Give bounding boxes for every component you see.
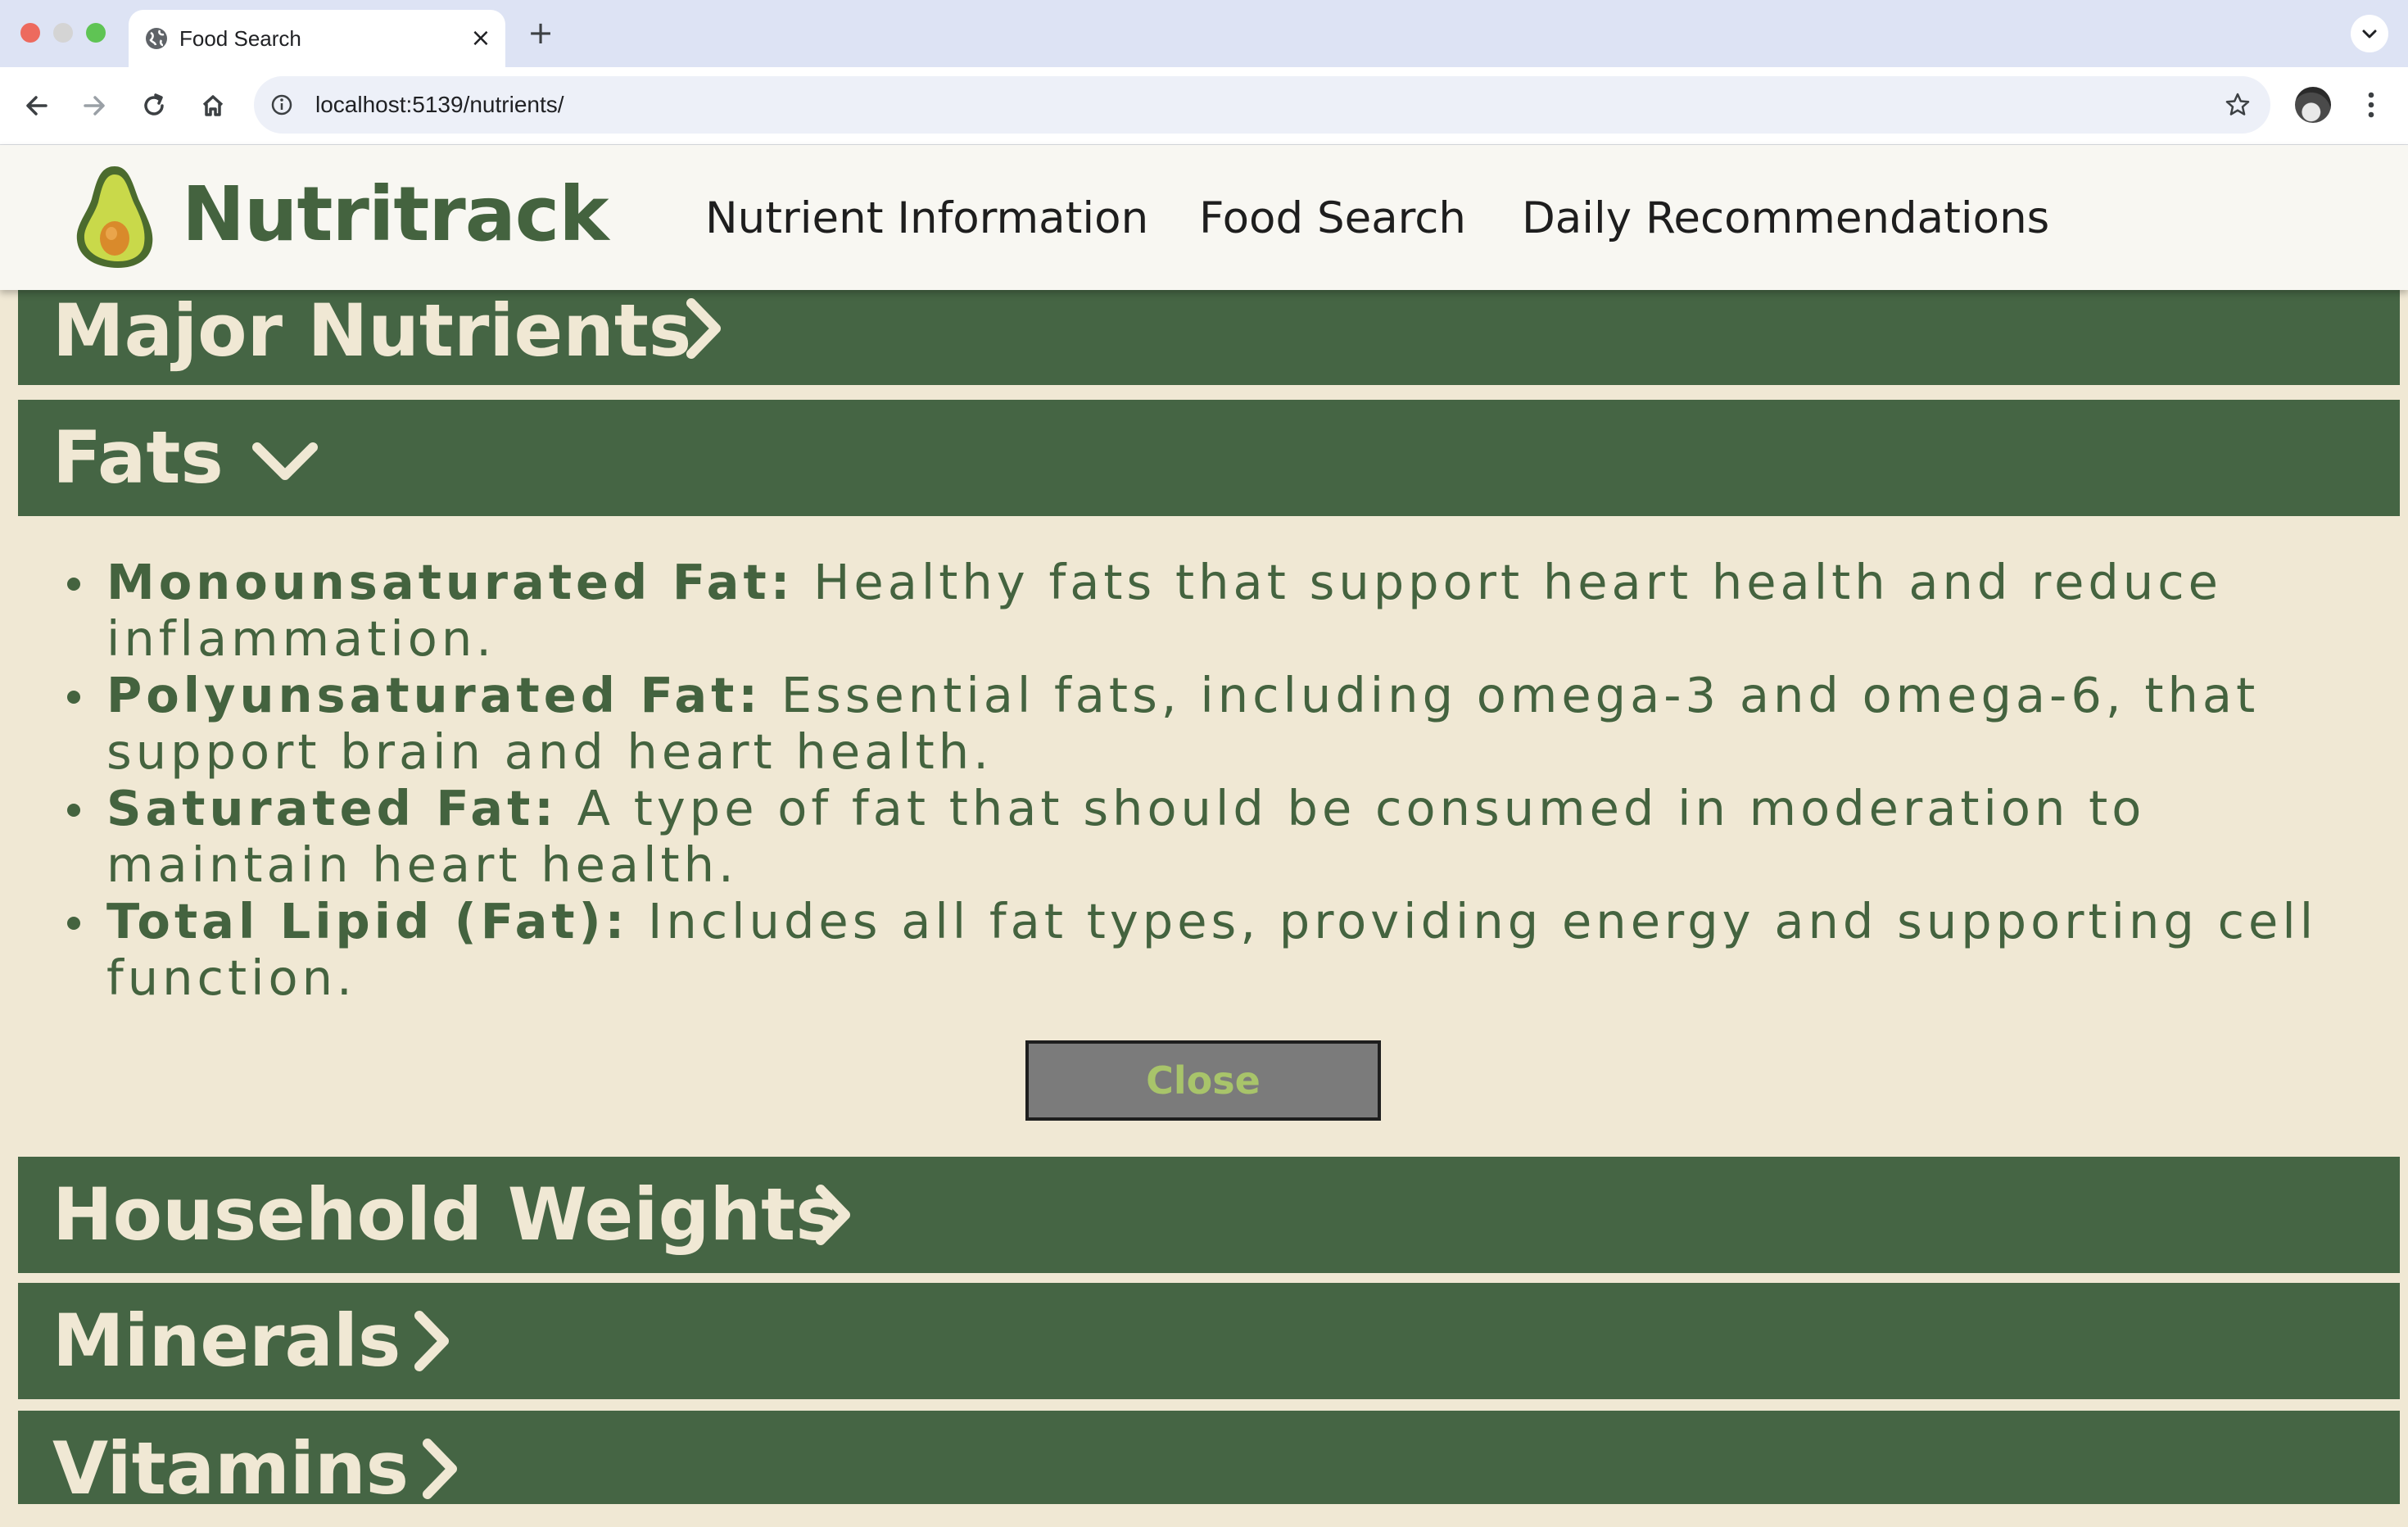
fat-name: Saturated Fat: bbox=[106, 780, 558, 836]
close-button[interactable]: Close bbox=[1025, 1040, 1381, 1121]
section-title: Major Nutrients bbox=[52, 288, 692, 373]
chevron-right-icon bbox=[816, 1185, 850, 1245]
browser-tab[interactable]: Food Search × bbox=[129, 10, 505, 67]
bullet bbox=[67, 691, 80, 704]
fat-name: Total Lipid (Fat): bbox=[106, 893, 629, 949]
nav-food-search[interactable]: Food Search bbox=[1199, 186, 1466, 251]
info-icon[interactable] bbox=[269, 92, 295, 118]
forward-icon[interactable] bbox=[74, 85, 115, 126]
browser-tab-bar: Food Search × + bbox=[0, 0, 2408, 67]
tab-search-button[interactable] bbox=[2351, 15, 2388, 52]
bullet bbox=[67, 578, 80, 591]
window-minimize-button[interactable] bbox=[53, 23, 73, 43]
section-minerals[interactable]: Minerals bbox=[18, 1283, 2400, 1399]
profile-avatar[interactable] bbox=[2295, 87, 2331, 123]
list-item: Monounsaturated Fat: Healthy fats that s… bbox=[66, 554, 2342, 667]
browser-toolbar: localhost:5139/nutrients/ bbox=[0, 67, 2408, 145]
section-title: Fats bbox=[52, 415, 224, 500]
chevron-down-icon bbox=[252, 442, 318, 480]
address-bar[interactable]: localhost:5139/nutrients/ bbox=[254, 76, 2270, 134]
plus-icon[interactable]: + bbox=[524, 16, 557, 49]
bullet bbox=[67, 917, 80, 930]
chevron-right-icon bbox=[423, 1439, 457, 1499]
avocado-logo-icon[interactable] bbox=[72, 161, 157, 270]
close-icon[interactable]: × bbox=[466, 24, 496, 53]
fats-list: Monounsaturated Fat: Healthy fats that s… bbox=[66, 554, 2342, 1006]
list-item: Polyunsaturated Fat: Essential fats, inc… bbox=[66, 667, 2342, 780]
chevron-right-icon bbox=[414, 1311, 449, 1371]
tab-title: Food Search bbox=[179, 26, 301, 51]
more-icon[interactable] bbox=[2359, 87, 2383, 123]
globe-icon bbox=[146, 28, 167, 49]
nav-nutrient-information[interactable]: Nutrient Information bbox=[705, 186, 1148, 251]
bullet bbox=[67, 804, 80, 817]
back-icon[interactable] bbox=[16, 85, 57, 126]
list-item: Saturated Fat: A type of fat that should… bbox=[66, 780, 2342, 893]
window-maximize-button[interactable] bbox=[86, 23, 106, 43]
section-fats[interactable]: Fats bbox=[18, 400, 2400, 516]
section-vitamins[interactable]: Vitamins bbox=[18, 1411, 2400, 1511]
star-icon[interactable] bbox=[2223, 90, 2252, 120]
section-household-weights[interactable]: Household Weights bbox=[18, 1157, 2400, 1273]
reload-icon[interactable] bbox=[134, 85, 174, 126]
nav-daily-recommendations[interactable]: Daily Recommendations bbox=[1522, 186, 2049, 251]
chevron-down-icon bbox=[2362, 29, 2377, 39]
section-title: Minerals bbox=[52, 1298, 401, 1383]
site-header: Nutritrack Nutrient Information Food Sea… bbox=[0, 145, 2408, 290]
window-close-button[interactable] bbox=[20, 23, 40, 43]
site-logo-text[interactable]: Nutritrack bbox=[182, 170, 609, 260]
chevron-right-icon bbox=[686, 298, 721, 359]
url-text[interactable]: localhost:5139/nutrients/ bbox=[315, 76, 564, 134]
home-icon[interactable] bbox=[192, 85, 233, 126]
section-title: Household Weights bbox=[52, 1172, 839, 1257]
list-item: Total Lipid (Fat): Includes all fat type… bbox=[66, 893, 2342, 1006]
section-title: Vitamins bbox=[52, 1426, 410, 1511]
section-major-nutrients[interactable]: Major Nutrients bbox=[18, 280, 2400, 385]
fat-name: Monounsaturated Fat: bbox=[106, 554, 794, 610]
fat-name: Polyunsaturated Fat: bbox=[106, 667, 762, 723]
